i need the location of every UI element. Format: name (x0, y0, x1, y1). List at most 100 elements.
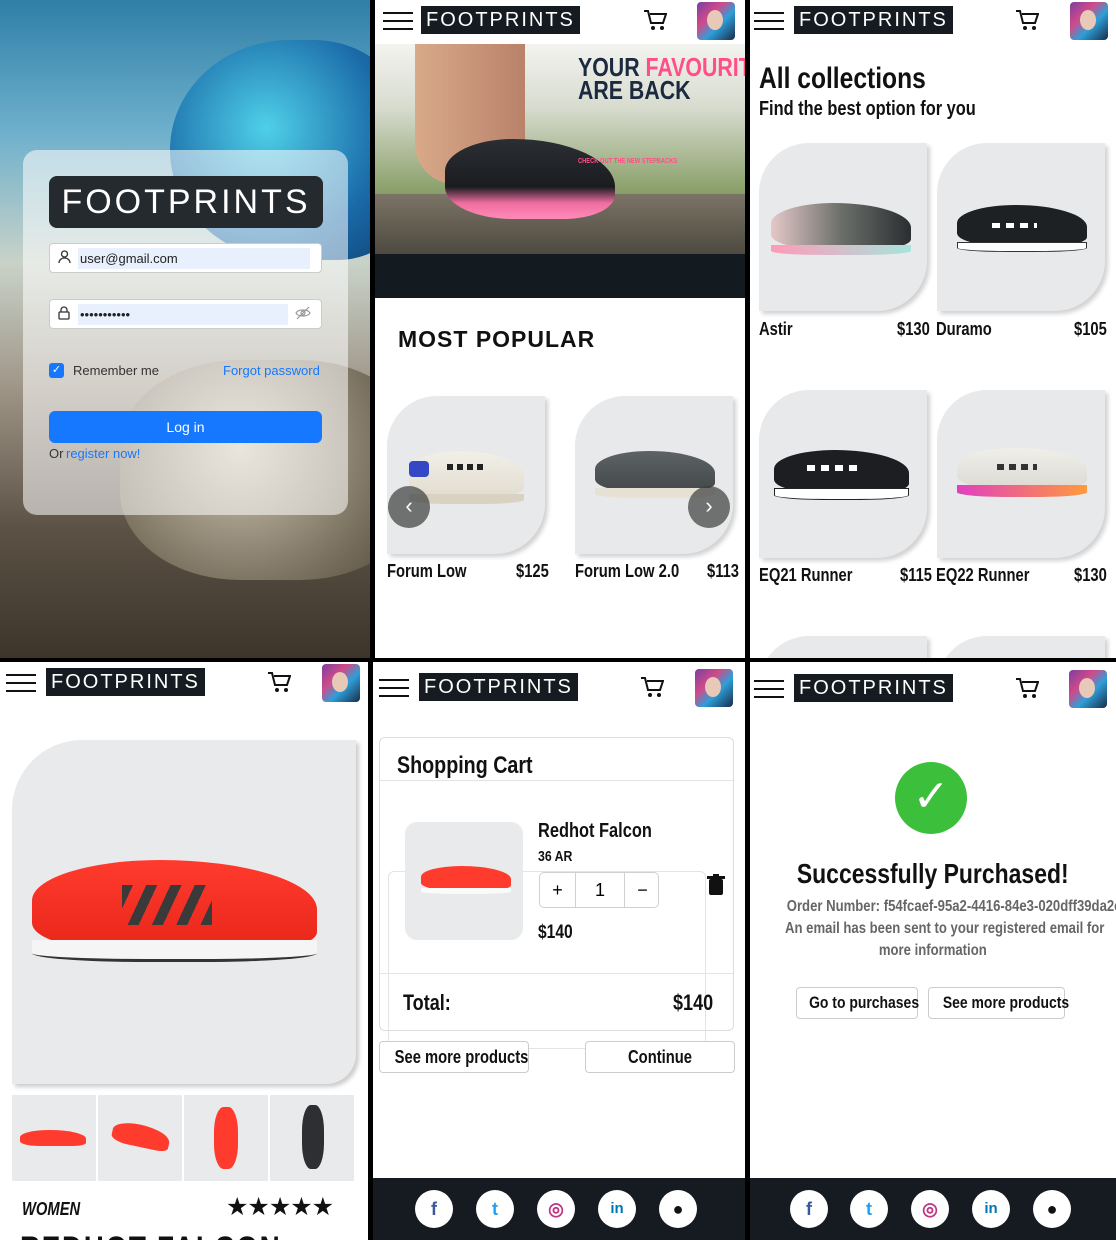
twitter-icon[interactable]: t (850, 1190, 888, 1228)
product-name: EQ21 Runner (759, 565, 853, 585)
carousel-prev-button[interactable]: ‹ (388, 486, 430, 528)
carousel-next-button[interactable]: › (688, 486, 730, 528)
cart-item-size: 36 AR (538, 848, 573, 865)
success-title: Successfully Purchased! (797, 858, 1069, 889)
product-price: $125 (516, 561, 549, 581)
login-logo: FOOTPRINTS (49, 176, 323, 228)
password-field[interactable]: ••••••••••• (49, 299, 322, 329)
continue-button[interactable]: Continue (585, 1041, 735, 1073)
hero-banner[interactable]: YOUR FAVOURITES ARE BACK CHECK OUT THE N… (375, 44, 745, 254)
lock-icon (58, 306, 70, 323)
hamburger-menu-icon[interactable] (383, 12, 413, 32)
cart-item-name: Redhot Falcon (538, 820, 652, 842)
astir-shoe-image (771, 203, 911, 248)
trash-icon[interactable] (707, 874, 725, 901)
footer: f t ◎ in ● (373, 1178, 745, 1240)
cart-icon[interactable] (640, 676, 665, 698)
login-button[interactable]: Log in (49, 411, 322, 443)
collections-screen: FOOTPRINTS All collections Find the best… (750, 0, 1116, 658)
cart-icon[interactable] (1015, 9, 1040, 31)
see-more-products-button[interactable]: See more products (379, 1041, 529, 1073)
forgot-password-link[interactable]: Forgot password (223, 363, 320, 378)
product-card-forum-low-2[interactable] (575, 396, 733, 554)
app-header: FOOTPRINTS (0, 662, 368, 702)
product-thumbnail[interactable] (270, 1095, 354, 1181)
product-name: EQ22 Runner (936, 565, 1030, 585)
product-name: Forum Low (387, 561, 467, 581)
home-screen: FOOTPRINTS YOUR FAVOURITES ARE BACK CHEC… (375, 0, 745, 658)
hamburger-menu-icon[interactable] (6, 674, 36, 694)
cart-screen: FOOTPRINTS Shopping Cart Redhot Falcon 3… (373, 662, 745, 1240)
product-card-astir[interactable] (759, 143, 927, 311)
twitter-icon[interactable]: t (476, 1190, 514, 1228)
email-note-line1: An email has been sent to your registere… (785, 920, 1105, 937)
product-card-forum-low[interactable] (387, 396, 545, 554)
rating-stars-icon: ★★★★★ (226, 1193, 334, 1221)
success-check-icon: ✓ (895, 762, 967, 834)
cart-icon[interactable] (267, 671, 292, 693)
remember-checkbox[interactable]: ✓ (49, 363, 64, 378)
product-price: $105 (1074, 319, 1107, 339)
cart-icon[interactable] (643, 9, 668, 31)
hamburger-menu-icon[interactable] (754, 12, 784, 32)
hamburger-menu-icon[interactable] (754, 680, 784, 700)
most-popular-heading: MOST POPULAR (398, 326, 596, 352)
product-thumbnail[interactable] (98, 1095, 182, 1181)
collections-subtitle: Find the best option for you (759, 98, 976, 120)
instagram-icon[interactable]: ◎ (911, 1190, 949, 1228)
register-link[interactable]: register now! (66, 446, 140, 461)
app-header: FOOTPRINTS (750, 668, 1116, 708)
user-avatar[interactable] (1069, 670, 1107, 708)
product-card-eq21-runner[interactable] (759, 390, 927, 558)
product-thumbnail[interactable] (184, 1095, 268, 1181)
brand-logo[interactable]: FOOTPRINTS (46, 668, 205, 696)
qty-minus-button[interactable]: − (624, 873, 660, 907)
total-label: Total: (403, 990, 451, 1015)
total-value: $140 (673, 990, 714, 1015)
user-avatar[interactable] (695, 669, 733, 707)
user-icon (58, 250, 71, 267)
product-card-duramo[interactable] (937, 143, 1105, 311)
or-label: Or (49, 446, 64, 461)
product-price: $115 (900, 565, 933, 585)
brand-logo[interactable]: FOOTPRINTS (794, 674, 953, 702)
facebook-icon[interactable]: f (790, 1190, 828, 1228)
password-input[interactable]: ••••••••••• (78, 304, 288, 325)
github-icon[interactable]: ● (659, 1190, 697, 1228)
go-to-purchases-button[interactable]: Go to purchases (796, 987, 919, 1019)
product-name-heading: REDHOT FALCON (20, 1230, 339, 1240)
brand-logo[interactable]: FOOTPRINTS (421, 6, 580, 34)
instagram-icon[interactable]: ◎ (537, 1190, 575, 1228)
user-avatar[interactable] (1070, 2, 1108, 40)
hero-subtitle: CHECK OUT THE NEW STEPBACKS (578, 158, 678, 165)
product-card-eq22-runner[interactable] (937, 390, 1105, 558)
email-input[interactable]: user@gmail.com (78, 248, 310, 269)
product-detail-screen: FOOTPRINTS WOMEN ★★★★★ REDHOT FALCON (0, 662, 368, 1240)
linkedin-icon[interactable]: in (598, 1190, 636, 1228)
hamburger-menu-icon[interactable] (379, 679, 409, 699)
user-avatar[interactable] (697, 2, 735, 40)
hero-bottom-band (375, 254, 745, 298)
app-header: FOOTPRINTS (750, 0, 1116, 40)
footer: f t ◎ in ● (750, 1178, 1116, 1240)
github-icon[interactable]: ● (1033, 1190, 1071, 1228)
forum-low-2-shoe-image (595, 451, 715, 491)
quantity-stepper[interactable]: + 1 − (539, 872, 659, 908)
email-field[interactable]: user@gmail.com (49, 243, 322, 273)
see-more-products-button[interactable]: See more products (928, 987, 1069, 1019)
qty-plus-button[interactable]: + (540, 873, 576, 907)
hero-shoe-image (445, 139, 615, 219)
user-avatar[interactable] (322, 664, 360, 702)
brand-logo[interactable]: FOOTPRINTS (794, 6, 953, 34)
product-thumbnail[interactable] (12, 1095, 96, 1181)
cart-icon[interactable] (1015, 677, 1040, 699)
brand-logo[interactable]: FOOTPRINTS (419, 673, 578, 701)
product-card-partial[interactable] (759, 636, 927, 658)
collections-title: All collections (759, 62, 926, 95)
eye-hidden-icon[interactable] (295, 306, 311, 325)
product-card-partial[interactable] (937, 636, 1105, 658)
product-price: $113 (707, 561, 740, 581)
linkedin-icon[interactable]: in (972, 1190, 1010, 1228)
login-card: FOOTPRINTS user@gmail.com ••••••••••• ✓ … (23, 150, 348, 515)
facebook-icon[interactable]: f (415, 1190, 453, 1228)
